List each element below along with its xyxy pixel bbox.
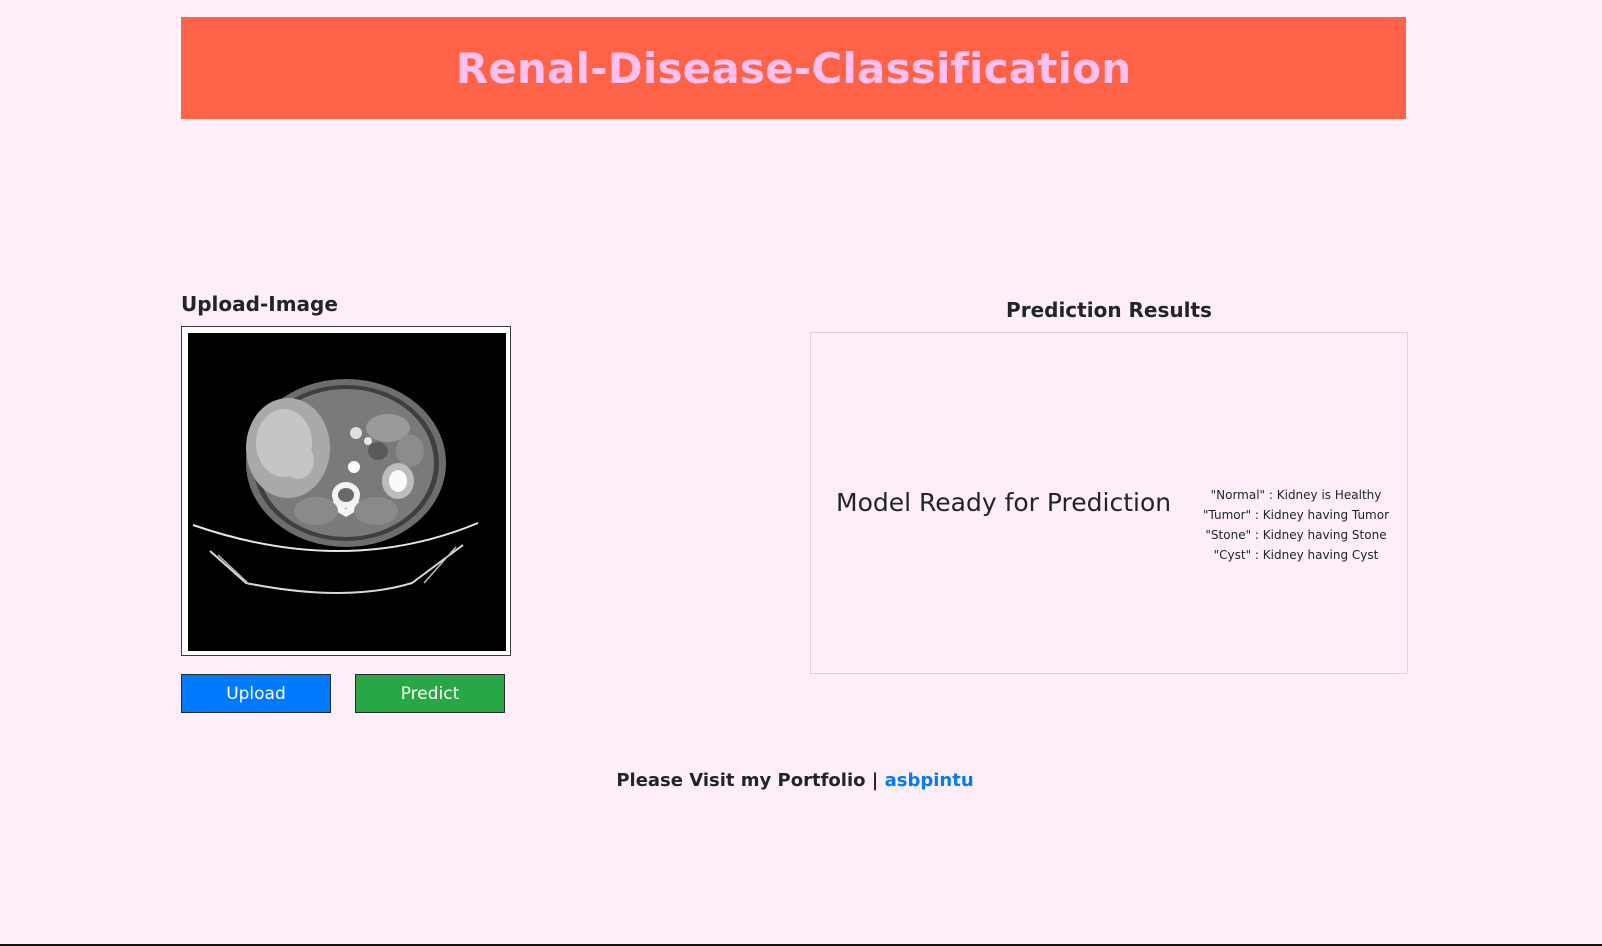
footer: Please Visit my Portfolio | asbpintu [0,770,1590,791]
class-legend: "Normal" : Kidney is Healthy "Tumor" : K… [1196,485,1396,565]
predict-button[interactable]: Predict [355,674,505,713]
prediction-results-panel: Model Ready for Prediction "Normal" : Ki… [810,332,1408,674]
ct-scan-image [188,333,506,651]
model-status-text: Model Ready for Prediction [836,488,1172,517]
uploaded-image-frame [181,326,511,656]
legend-item-cyst: "Cyst" : Kidney having Cyst [1213,548,1379,562]
page-header: Renal-Disease-Classification [181,17,1406,119]
upload-button[interactable]: Upload [181,674,331,713]
prediction-results-heading: Prediction Results [1006,298,1212,322]
legend-item-tumor: "Tumor" : Kidney having Tumor [1202,508,1390,522]
upload-heading: Upload-Image [181,292,338,316]
legend-item-normal: "Normal" : Kidney is Healthy [1210,488,1382,502]
page-title: Renal-Disease-Classification [455,43,1132,93]
footer-text: Please Visit my Portfolio | [616,770,879,791]
portfolio-link[interactable]: asbpintu [885,770,974,791]
legend-item-stone: "Stone" : Kidney having Stone [1205,528,1387,542]
